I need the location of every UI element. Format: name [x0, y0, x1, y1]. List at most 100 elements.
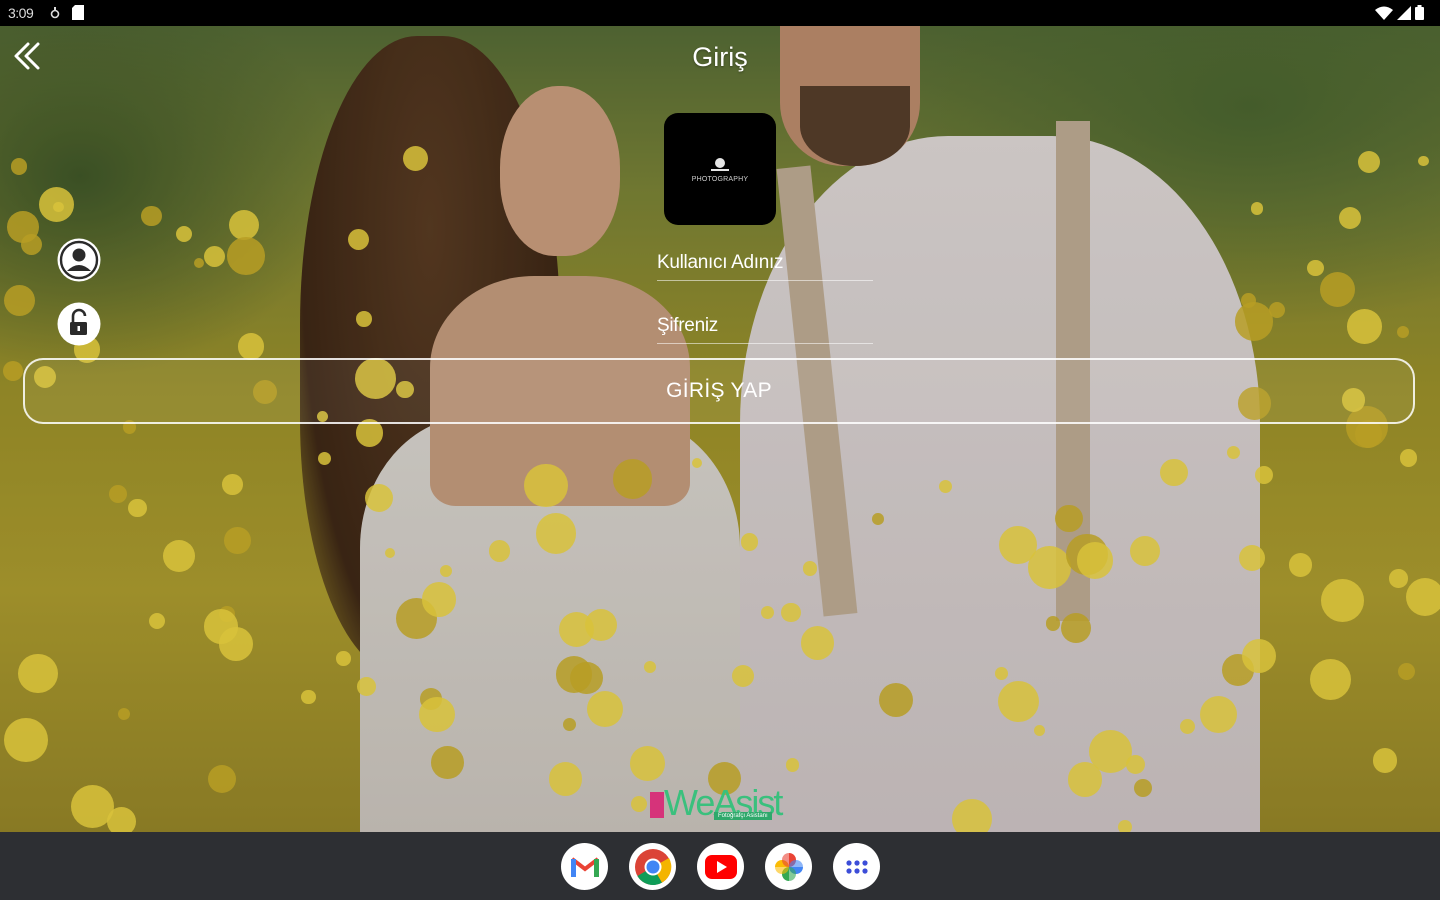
- signal-icon: [1397, 5, 1411, 20]
- flower-cluster: [1320, 579, 1364, 623]
- flower-cluster: [18, 653, 58, 694]
- logo-text: PHOTOGRAPHY: [691, 175, 749, 183]
- chrome-app[interactable]: [629, 843, 676, 890]
- flower-cluster: [630, 746, 665, 781]
- flower-cluster: [355, 310, 372, 327]
- flower-cluster: [562, 717, 577, 732]
- taskbar: [0, 832, 1440, 900]
- flower-cluster: [1405, 577, 1440, 617]
- flower-cluster: [524, 463, 568, 508]
- photos-icon: [774, 852, 803, 881]
- flower-cluster: [1389, 569, 1408, 588]
- flower-cluster: [10, 158, 28, 175]
- notification-icon: [50, 6, 60, 18]
- flower-cluster: [1417, 155, 1429, 167]
- flower-cluster: [1251, 202, 1264, 215]
- flower-cluster: [163, 539, 196, 572]
- flower-cluster: [995, 666, 1009, 680]
- flower-cluster: [1268, 301, 1285, 318]
- flower-cluster: [555, 656, 593, 694]
- flower-cluster: [741, 533, 759, 551]
- flower-cluster: [203, 609, 238, 644]
- flower-cluster: [731, 665, 754, 688]
- user-icon: [57, 238, 101, 282]
- chrome-icon: [634, 848, 671, 885]
- brand-mark: [650, 792, 664, 818]
- flower-cluster: [1396, 325, 1409, 338]
- username-field[interactable]: [657, 246, 873, 281]
- flower-cluster: [1373, 748, 1398, 773]
- flower-cluster: [336, 651, 351, 666]
- flower-cluster: [224, 527, 251, 554]
- status-time: 3:09: [8, 5, 34, 21]
- flower-cluster: [1347, 309, 1382, 344]
- flower-cluster: [1134, 778, 1152, 797]
- flower-cluster: [1354, 420, 1382, 448]
- weasist-brand-logo: WeAsist Fotoğrafçı Asistanı: [650, 782, 792, 826]
- flower-cluster: [1226, 446, 1240, 459]
- flower-cluster: [194, 257, 205, 268]
- flower-cluster: [7, 211, 39, 243]
- flower-cluster: [612, 459, 653, 499]
- login-button[interactable]: GİRİŞ YAP: [23, 358, 1415, 424]
- flower-cluster: [356, 677, 376, 696]
- flower-cluster: [439, 564, 453, 577]
- gmail-icon: [570, 856, 599, 877]
- flower-cluster: [421, 582, 456, 617]
- flower-cluster: [207, 764, 236, 793]
- password-input[interactable]: [657, 309, 873, 343]
- flower-cluster: [999, 525, 1037, 564]
- app-drawer-icon: [845, 859, 868, 874]
- flower-cluster: [117, 707, 131, 720]
- flower-cluster: [107, 807, 136, 832]
- flower-cluster: [1077, 542, 1114, 579]
- flower-cluster: [1339, 206, 1362, 229]
- flower-cluster: [587, 691, 624, 728]
- flower-cluster: [760, 606, 774, 620]
- flower-cluster: [1307, 260, 1324, 277]
- flower-cluster: [691, 457, 702, 468]
- password-field[interactable]: [657, 309, 873, 344]
- flower-cluster: [384, 547, 395, 558]
- sd-card-icon: [72, 5, 84, 20]
- logo-emblem-icon: [711, 157, 729, 171]
- youtube-app[interactable]: [697, 843, 744, 890]
- studio-logo: PHOTOGRAPHY: [664, 113, 776, 225]
- flower-cluster: [1118, 820, 1133, 832]
- youtube-icon: [704, 854, 737, 879]
- flower-cluster: [237, 333, 265, 360]
- flower-cluster: [535, 513, 577, 554]
- flower-cluster: [1160, 458, 1188, 487]
- flower-cluster: [1241, 639, 1276, 674]
- page-title: Giriş: [692, 42, 748, 72]
- flower-cluster: [108, 485, 127, 503]
- flower-cluster: [1067, 762, 1103, 797]
- brand-tagline: Fotoğrafçı Asistanı: [714, 812, 772, 820]
- gmail-app[interactable]: [561, 843, 608, 890]
- flower-cluster: [1288, 553, 1313, 577]
- status-icons-right: [1375, 5, 1424, 20]
- flower-cluster: [364, 483, 393, 512]
- flower-cluster: [1130, 535, 1161, 566]
- flower-cluster: [1045, 616, 1061, 631]
- app-dock: [561, 843, 880, 890]
- flower-cluster: [1397, 663, 1416, 681]
- wifi-icon: [1375, 6, 1393, 20]
- flower-cluster: [1309, 658, 1352, 701]
- flower-cluster: [431, 746, 464, 780]
- flower-cluster: [803, 561, 818, 576]
- flower-cluster: [128, 499, 147, 518]
- flower-cluster: [419, 696, 455, 733]
- flower-cluster: [488, 540, 511, 562]
- flower-cluster: [952, 799, 992, 832]
- flower-cluster: [800, 626, 835, 660]
- flower-cluster: [938, 480, 952, 494]
- username-input[interactable]: [657, 246, 873, 280]
- flower-cluster: [1179, 719, 1195, 735]
- flower-cluster: [141, 206, 162, 227]
- battery-icon: [1415, 5, 1424, 20]
- flower-cluster: [4, 284, 36, 316]
- photos-app[interactable]: [765, 843, 812, 890]
- app-drawer[interactable]: [833, 843, 880, 890]
- flower-cluster: [1234, 302, 1274, 341]
